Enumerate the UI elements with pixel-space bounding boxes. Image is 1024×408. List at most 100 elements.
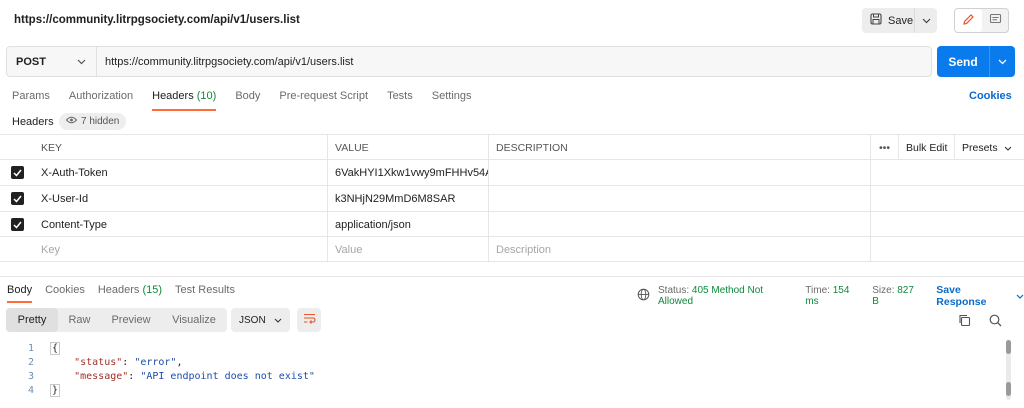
presets-dropdown[interactable]: Presets [955,135,1024,160]
code-line: 3 "message": "API endpoint does not exis… [0,369,315,383]
view-raw[interactable]: Raw [58,308,101,332]
pencil-icon [962,13,975,29]
response-tab-headers[interactable]: Headers (15) [98,284,162,304]
tab-label: Body [7,284,33,296]
response-meta: Status: 405 Method Not Allowed Time: 154… [637,284,1024,308]
line-number: 1 [27,342,34,354]
header-key-cell[interactable]: Content-Type [34,212,328,237]
header-value-cell[interactable]: application/json [328,212,489,237]
save-response-button[interactable]: Save Response [936,284,1024,308]
save-icon [870,13,882,28]
send-button[interactable]: Send [937,46,989,77]
new-header-row: Key Value Description [0,236,1024,262]
new-key-input[interactable]: Key [34,237,328,262]
tab-tests[interactable]: Tests [387,90,413,112]
save-options-button[interactable] [914,8,937,33]
status-label: Status: [658,285,690,296]
chevron-down-icon [274,315,282,326]
hidden-count: 7 hidden [81,116,120,127]
column-header-description: DESCRIPTION [489,135,871,160]
response-tab-body[interactable]: Body [7,284,33,304]
edit-mode-button[interactable] [955,9,982,32]
cookies-link[interactable]: Cookies [969,90,1012,102]
tab-settings[interactable]: Settings [432,90,472,112]
header-value-cell[interactable]: 6VakHYI1Xkw1vwy9mFHHv54A... [328,160,489,185]
save-button[interactable]: Save [862,8,914,33]
json-value: "API endpoint does not exist" [140,370,315,382]
table-row: X-Auth-Token 6VakHYI1Xkw1vwy9mFHHv54A... [0,159,1024,185]
new-description-input[interactable]: Description [489,237,871,262]
new-value-input[interactable]: Value [328,237,489,262]
headers-count: (10) [196,90,217,102]
search-icon[interactable] [989,314,1002,330]
view-pretty[interactable]: Pretty [6,308,58,332]
request-url-bar: POST https://community.litrpgsociety.com… [6,46,932,77]
hidden-headers-toggle[interactable]: 7 hidden [59,113,127,130]
tab-body[interactable]: Body [235,90,260,112]
view-preview[interactable]: Preview [101,308,161,332]
chevron-down-icon [922,15,931,27]
wrap-lines-button[interactable] [297,308,321,332]
code-scrollbar-thumb[interactable] [1006,382,1011,396]
send-button-group[interactable]: Send [937,46,1015,77]
empty-checkbox-cell [0,237,34,262]
tab-label: Cookies [45,284,85,296]
tab-authorization[interactable]: Authorization [69,90,133,112]
response-headers-count: (15) [142,284,163,296]
tab-label: Tests [387,90,413,102]
open-brace: { [50,341,61,355]
response-tab-cookies[interactable]: Cookies [45,284,85,304]
format-select[interactable]: JSON [231,308,290,332]
method-select[interactable]: POST [7,47,97,76]
eye-icon [65,116,78,127]
url-input[interactable]: https://community.litrpgsociety.com/api/… [97,47,931,76]
row-checkbox[interactable] [0,212,34,237]
code-line: 4 } [0,383,61,397]
method-label: POST [16,55,46,68]
header-description-cell[interactable] [489,186,871,211]
pane-divider[interactable] [0,276,1024,277]
send-options-button[interactable] [989,46,1015,77]
tab-label: Headers [97,284,140,296]
tab-pre-request-script[interactable]: Pre-request Script [279,90,368,112]
format-label: JSON [239,314,266,326]
code-line: 2 "status": "error", [0,355,183,369]
globe-icon[interactable] [637,288,650,304]
line-number: 2 [27,356,34,368]
view-mode-toggle[interactable] [954,8,1009,33]
column-header-select [0,135,34,160]
row-checkbox[interactable] [0,186,34,211]
time-text[interactable]: Time: 154 ms [805,285,864,307]
table-header-row: KEY VALUE DESCRIPTION ••• Bulk Edit Pres… [0,134,1024,160]
request-title[interactable]: https://community.litrpgsociety.com/api/… [14,14,300,26]
header-key-cell[interactable]: X-User-Id [34,186,328,211]
view-mode-segment: Pretty Raw Preview Visualize [6,308,227,332]
size-text[interactable]: Size: 827 B [872,285,922,307]
wrap-icon [303,313,316,327]
checkmark-icon [10,192,24,205]
header-value-cell[interactable]: k3NHjN29MmD6M8SAR [328,186,489,211]
json-key: "status" [74,356,123,368]
tab-headers[interactable]: Headers (10) [152,90,217,112]
header-key-cell[interactable]: X-Auth-Token [34,160,328,185]
chevron-down-icon [998,56,1007,68]
header-description-cell[interactable] [489,212,871,237]
copy-icon[interactable] [958,314,971,330]
bulk-edit-button[interactable]: Bulk Edit [899,135,955,160]
code-line: 1 { [0,341,61,355]
documentation-mode-button[interactable] [982,9,1008,32]
status-text[interactable]: Status: 405 Method Not Allowed [658,285,797,307]
checkmark-icon [10,218,24,231]
tab-label: Pre-request Script [279,90,369,102]
row-checkbox[interactable] [0,160,34,185]
response-tab-test-results[interactable]: Test Results [175,284,235,304]
more-options-button[interactable]: ••• [871,135,899,160]
json-value: "error" [134,356,177,368]
comment-icon [989,13,1002,29]
view-visualize[interactable]: Visualize [161,308,227,332]
header-description-cell[interactable] [489,160,871,185]
tab-params[interactable]: Params [12,90,50,112]
save-label: Save [888,14,914,27]
save-button-group[interactable]: Save [862,8,937,33]
code-scrollbar-thumb[interactable] [1006,340,1011,354]
